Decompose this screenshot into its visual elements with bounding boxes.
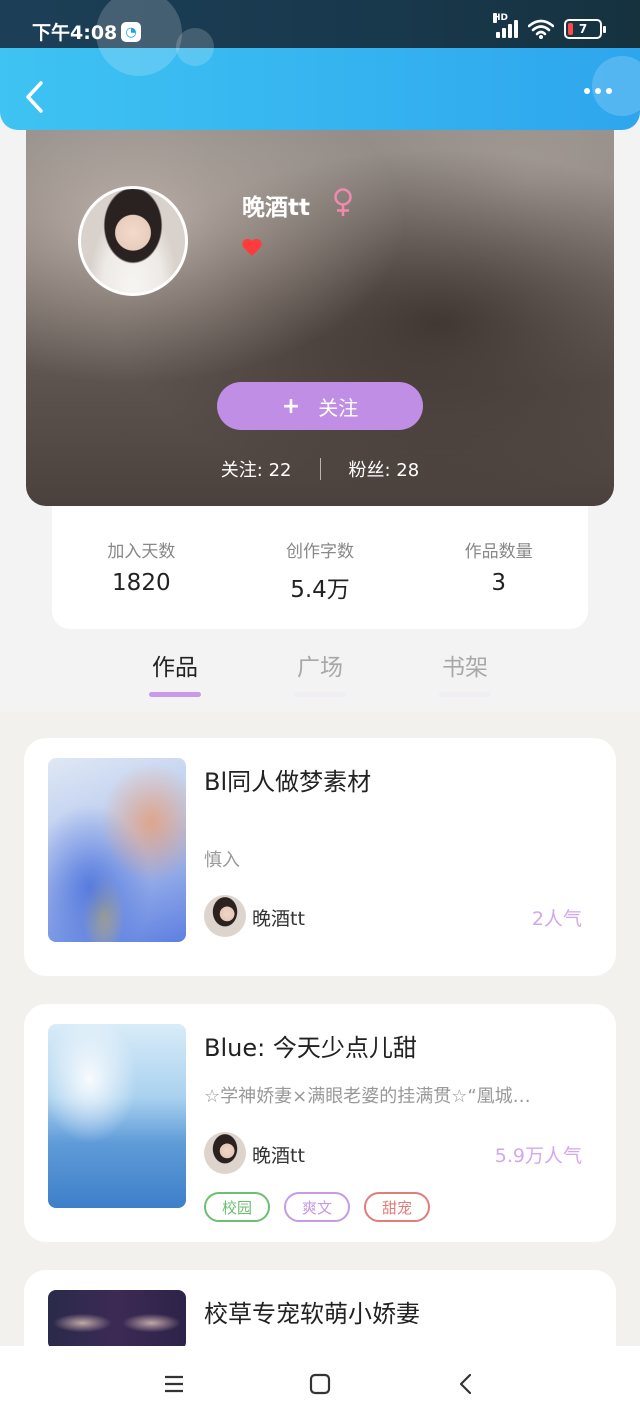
tag-sweet[interactable]: 甜宠 — [364, 1192, 430, 1222]
app-badge-icon: ◔ — [121, 22, 141, 42]
back-triangle-icon[interactable] — [448, 1366, 484, 1402]
stat-value: 1820 — [112, 570, 171, 596]
author-avatar — [204, 895, 246, 937]
tab-works[interactable]: 作品 — [145, 648, 205, 697]
tag-cool[interactable]: 爽文 — [284, 1192, 350, 1222]
work-title: 校草专宠软萌小娇妻 — [204, 1300, 420, 1328]
stat-label: 加入天数 — [107, 542, 176, 562]
menu-icon[interactable] — [156, 1366, 192, 1402]
content-tabs: 作品 广场 书架 — [0, 640, 640, 712]
stat-join-days: 加入天数 1820 — [66, 537, 216, 629]
tab-square[interactable]: 广场 — [290, 648, 350, 697]
battery-level: 7 — [578, 22, 588, 36]
more-dots-icon[interactable] — [584, 88, 612, 94]
battery-icon: 7 — [564, 19, 606, 39]
tab-bookshelf[interactable]: 书架 — [435, 648, 495, 697]
decor-bubble — [176, 28, 214, 66]
tab-underline — [294, 692, 346, 697]
stat-word-count: 创作字数 5.4万 — [245, 537, 395, 629]
stat-works-count: 作品数量 3 — [424, 537, 574, 629]
signal-icon: HD — [493, 13, 518, 38]
followers-count[interactable]: 粉丝: 28 — [349, 456, 420, 482]
author-name: 晚酒tt — [252, 1145, 305, 1167]
stat-value: 5.4万 — [290, 577, 350, 603]
stat-label: 创作字数 — [285, 542, 354, 562]
decor-bubble — [592, 56, 640, 116]
follow-button[interactable]: + 关注 — [217, 382, 423, 430]
profile-hero: 晚酒tt + 关注 关注: 22 粉丝: 28 — [26, 100, 614, 506]
cover-image — [48, 1290, 186, 1350]
popularity-count: 5.9万人气 — [494, 1145, 582, 1167]
work-card[interactable]: Bl同人做梦素材 慎入 晚酒tt 2人气 — [24, 738, 616, 976]
work-description: ☆学神娇妻×满眼老婆的挂满贯☆“凰城… — [204, 1086, 531, 1107]
author-name: 晚酒tt — [252, 908, 305, 930]
work-title: Blue: 今天少点儿甜 — [204, 1034, 417, 1062]
stat-label: 作品数量 — [464, 542, 533, 562]
tab-underline — [149, 692, 201, 697]
work-title: Bl同人做梦素材 — [204, 768, 372, 796]
tab-label: 作品 — [152, 655, 198, 681]
cover-image — [48, 758, 186, 942]
top-header: 下午4:08 ◔ HD 7 — [0, 0, 640, 130]
female-icon — [334, 188, 352, 216]
works-list: Bl同人做梦素材 慎入 晚酒tt 2人气 Blue: 今天少点儿甜 ☆学神娇妻×… — [0, 712, 640, 1390]
tab-label: 广场 — [297, 655, 343, 681]
cover-image — [48, 1024, 186, 1208]
profile-stats: 加入天数 1820 创作字数 5.4万 作品数量 3 — [52, 505, 588, 629]
system-nav-bar — [0, 1346, 640, 1422]
stat-value: 3 — [491, 570, 506, 596]
chevron-left-icon[interactable] — [22, 80, 48, 114]
plus-icon: + — [281, 393, 301, 419]
heart-icon — [242, 238, 262, 256]
tag-campus[interactable]: 校园 — [204, 1192, 270, 1222]
follow-button-label: 关注 — [318, 395, 359, 420]
wifi-icon — [528, 19, 554, 39]
avatar[interactable] — [78, 186, 188, 296]
tab-label: 书架 — [442, 655, 488, 681]
tag-label: 校园 — [221, 1198, 252, 1217]
divider — [319, 458, 321, 480]
status-icons: HD 7 — [493, 13, 606, 39]
tab-underline — [439, 692, 491, 697]
following-count[interactable]: 关注: 22 — [221, 456, 292, 482]
follow-counts: 关注: 22 粉丝: 28 — [26, 456, 614, 482]
tag-label: 爽文 — [301, 1198, 332, 1217]
author-avatar — [204, 1132, 246, 1174]
popularity-count: 2人气 — [531, 908, 582, 930]
home-square-icon[interactable] — [302, 1366, 338, 1402]
profile-name: 晚酒tt — [242, 195, 310, 221]
status-time: 下午4:08 — [32, 22, 118, 44]
tag-label: 甜宠 — [381, 1198, 412, 1217]
work-card[interactable]: Blue: 今天少点儿甜 ☆学神娇妻×满眼老婆的挂满贯☆“凰城… 晚酒tt 5.… — [24, 1004, 616, 1242]
work-description: 慎入 — [204, 850, 240, 871]
